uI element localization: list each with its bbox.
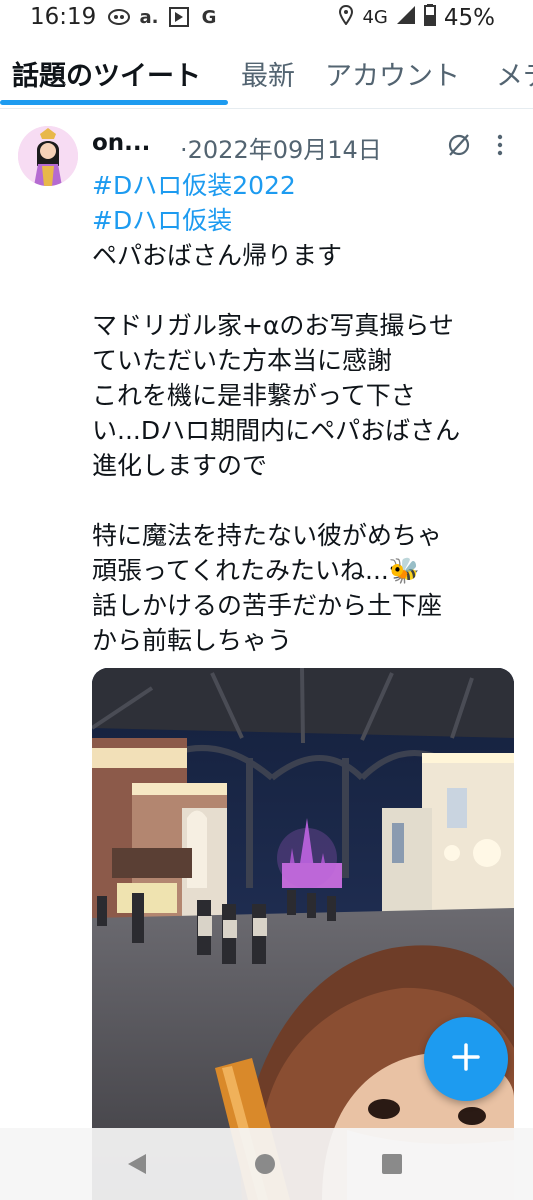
tab-indicator	[0, 100, 228, 105]
hashtag-link[interactable]: #Dハロ仮装2022	[92, 168, 522, 203]
tweet-line: これを機に是非繋がって下さ	[92, 381, 416, 410]
tweet-line: ペパおばさん帰ります	[92, 241, 343, 270]
tab-latest[interactable]: 最新	[241, 54, 295, 93]
tweet-line: 頑張ってくれたみたいね...🐝	[92, 556, 420, 585]
author-name[interactable]: on...	[92, 130, 150, 156]
tab-media[interactable]: メディア	[496, 54, 533, 93]
status-right: 4G 45%	[338, 4, 495, 31]
tab-accounts[interactable]: アカウント	[325, 54, 460, 93]
notification-icons: a. G	[108, 6, 220, 28]
tweet-line: ていただいた方本当に感謝	[92, 346, 393, 375]
tweet-header: on... ·2022年09月14日	[92, 128, 522, 164]
signal-icon	[396, 5, 416, 30]
tweet-line: マドリガル家+αのお写真撮らせ	[92, 311, 454, 340]
back-icon[interactable]	[120, 1146, 160, 1182]
more-options-icon[interactable]	[496, 134, 504, 156]
tweet-line: 特に魔法を持たない彼がめちゃ	[92, 521, 443, 550]
status-bar: 16:19 a. G 4G 45%	[0, 0, 533, 38]
tweet-line: から前転しちゃう	[92, 626, 293, 655]
notification-icon	[108, 6, 130, 28]
tweet-text: #Dハロ仮装2022 #Dハロ仮装 ペパおばさん帰ります マドリガル家+αのお写…	[92, 168, 522, 658]
battery-icon	[423, 4, 436, 31]
battery-percent: 45%	[443, 4, 495, 31]
recents-icon[interactable]	[374, 1146, 414, 1182]
search-tabs: 話題のツイート 最新 アカウント メディア	[0, 38, 533, 109]
network-label: 4G	[362, 7, 388, 28]
tweet-date[interactable]: ·2022年09月14日	[180, 130, 382, 165]
hashtag-link[interactable]: #Dハロ仮装	[92, 203, 522, 238]
google-icon: G	[201, 6, 217, 28]
home-icon[interactable]	[247, 1146, 287, 1182]
tweet-line: 進化しますので	[92, 451, 268, 480]
location-icon	[338, 4, 354, 30]
tweet-photo[interactable]	[92, 668, 514, 1200]
plus-icon	[451, 1042, 481, 1076]
system-nav-bar	[0, 1128, 533, 1200]
amazon-icon: a.	[139, 6, 159, 28]
muted-icon[interactable]	[446, 132, 472, 158]
compose-button[interactable]	[424, 1017, 508, 1101]
news-icon	[168, 6, 190, 28]
tweet-line: い...Dハロ期間内にペパおばさん	[92, 416, 461, 445]
tweet-line: 話しかけるの苦手だから土下座	[92, 591, 443, 620]
tab-top-tweets[interactable]: 話題のツイート	[12, 54, 201, 93]
avatar[interactable]	[18, 126, 78, 186]
status-time: 16:19	[30, 4, 97, 30]
